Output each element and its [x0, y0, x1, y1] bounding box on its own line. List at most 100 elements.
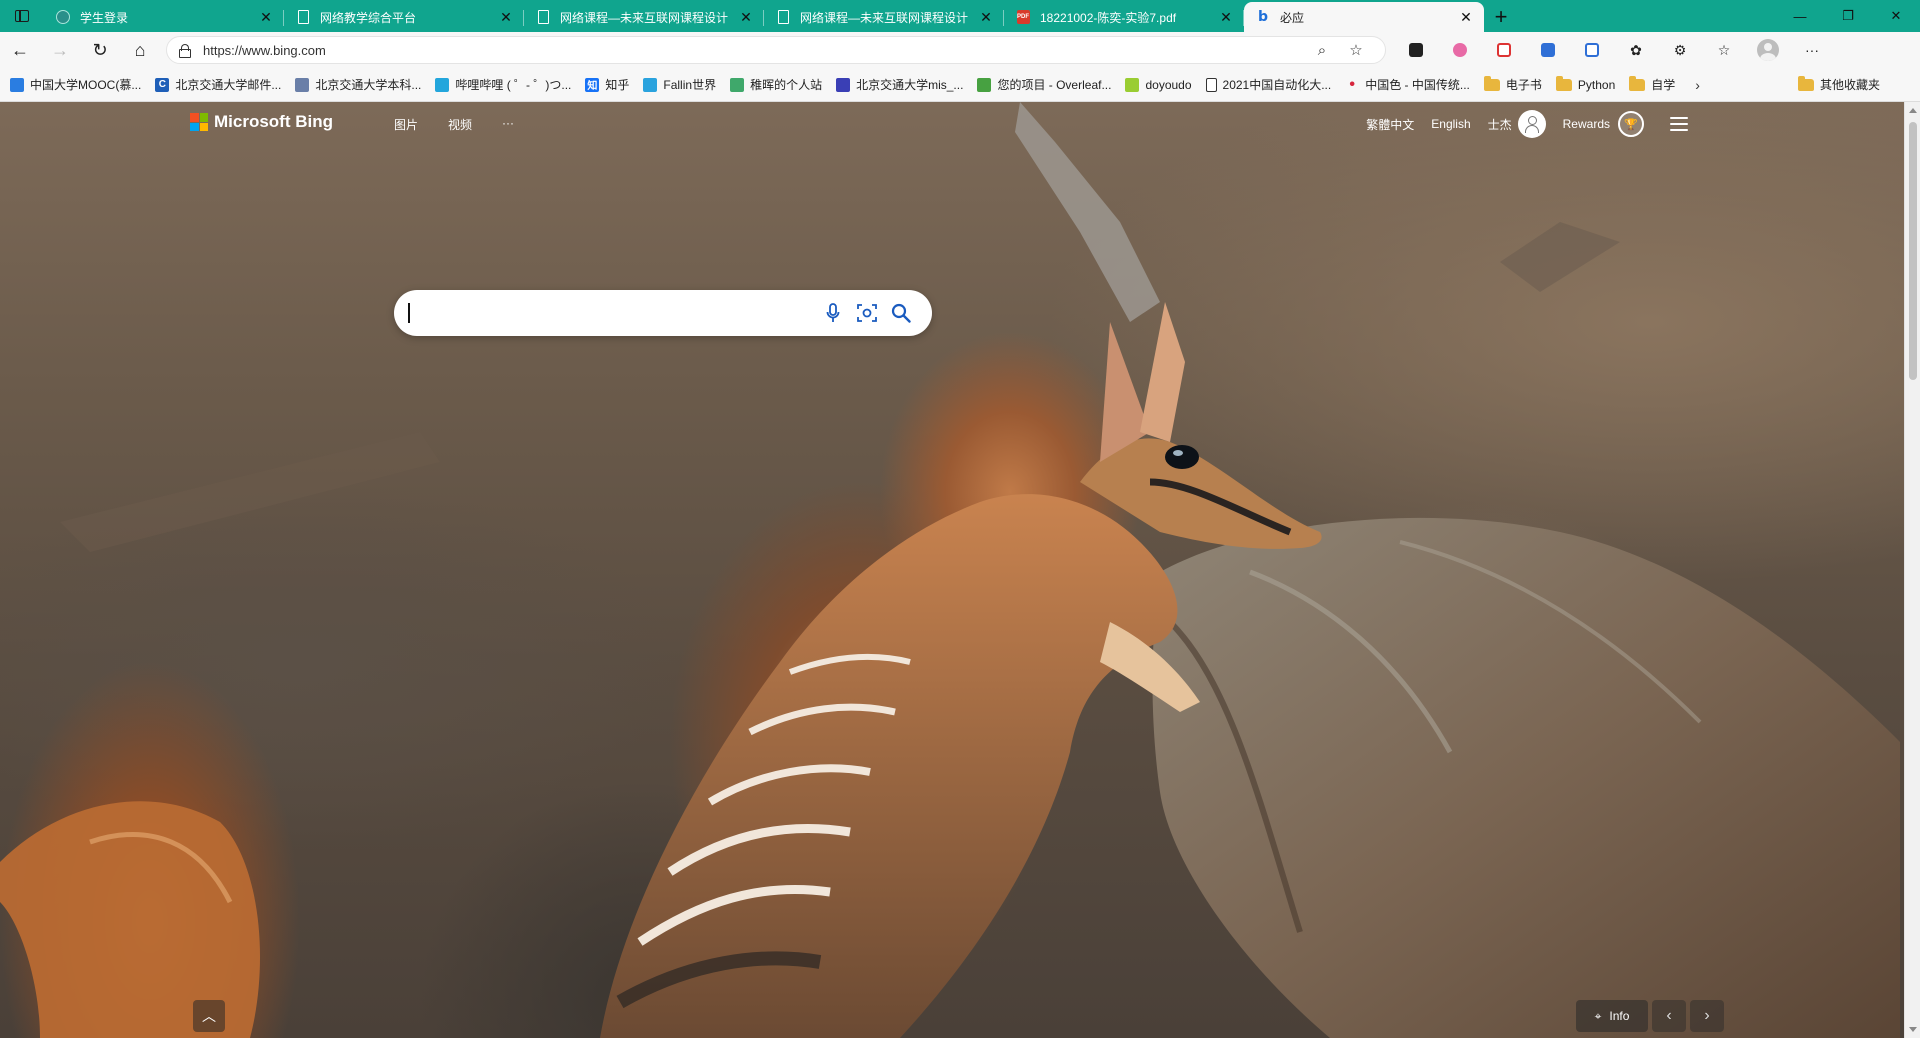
bing-icon: b [1257, 9, 1269, 25]
favorite-item[interactable]: 哔哩哔哩 ( ゜- ゜)つ... [435, 76, 571, 93]
favorite-label: 2021中国自动化大... [1222, 78, 1332, 92]
extensions-icon[interactable]: ⚙ [1658, 34, 1702, 66]
favorite-item[interactable]: 北京交通大学本科... [295, 76, 421, 93]
scrollbar-thumb[interactable] [1909, 122, 1917, 380]
add-favorite-icon[interactable]: ☆ [1339, 41, 1373, 59]
favorite-item[interactable]: • 中国色 - 中国传统... [1345, 76, 1469, 93]
scroll-up-arrow[interactable] [1909, 108, 1917, 113]
close-tab-icon[interactable]: ✕ [498, 9, 514, 26]
tab[interactable]: 网络课程—未来互联网课程设计 ✕ [524, 2, 764, 32]
url-text[interactable]: https://www.bing.com [203, 43, 1305, 58]
nav-videos[interactable]: 视频 [448, 116, 472, 133]
profile-button[interactable] [1746, 34, 1790, 66]
search-input[interactable] [409, 304, 816, 322]
favorite-item[interactable]: 2021中国自动化大... [1205, 76, 1332, 93]
tab-title: 网络教学综合平台 [320, 10, 417, 25]
favorites-icon[interactable]: ☆ [1702, 34, 1746, 66]
favorite-item[interactable]: 您的项目 - Overleaf... [977, 76, 1111, 93]
avatar [1757, 39, 1779, 61]
address-bar[interactable]: https://www.bing.com ⌕ ☆ [166, 36, 1386, 64]
tab-title: 网络课程—未来互联网课程设计 [800, 10, 969, 25]
favorite-item[interactable]: 自学 [1629, 75, 1676, 93]
favorite-label: 知乎 [605, 78, 630, 92]
microsoft-bing-logo[interactable]: Microsoft Bing [190, 112, 333, 132]
extension-icon[interactable] [1394, 34, 1438, 66]
forward-button[interactable]: → [40, 34, 80, 66]
leaf-icon [1125, 77, 1140, 92]
favorite-item[interactable]: 电子书 [1483, 75, 1542, 93]
search-icon[interactable] [884, 303, 918, 323]
restore-button[interactable]: ❐ [1824, 0, 1872, 32]
rewards-link[interactable]: Rewards [1563, 117, 1610, 131]
favorite-item[interactable]: C 北京交通大学邮件... [155, 76, 281, 93]
tab[interactable]: 学生登录 ✕ [44, 2, 284, 32]
chevron-right-icon[interactable]: › [1695, 77, 1700, 93]
english-link[interactable]: English [1431, 117, 1470, 131]
microphone-icon[interactable] [816, 303, 850, 323]
document-icon [296, 10, 310, 24]
close-tab-icon[interactable]: ✕ [738, 9, 754, 26]
next-image-button[interactable]: › [1690, 1000, 1724, 1032]
previous-image-button[interactable]: ‹ [1652, 1000, 1686, 1032]
translate-icon[interactable] [1526, 34, 1570, 66]
favorite-label: Fallin世界 [663, 78, 717, 92]
close-tab-icon[interactable]: ✕ [1218, 9, 1234, 26]
bilibili-icon [435, 77, 450, 92]
visual-search-icon[interactable] [850, 303, 884, 323]
extension-icon[interactable]: ✿ [1614, 34, 1658, 66]
favorite-item[interactable]: Python [1555, 75, 1615, 92]
minimize-button[interactable]: — [1776, 0, 1824, 32]
tab[interactable]: 网络教学综合平台 ✕ [284, 2, 524, 32]
favorite-label: 其他收藏夹 [1819, 78, 1880, 92]
scroll-down-arrow[interactable] [1909, 1027, 1917, 1032]
chevron-up-icon: ︿ [202, 1008, 216, 1024]
bing-header: Microsoft Bing 图片 视频 ··· 繁體中文 English 士杰… [0, 102, 1920, 142]
home-button[interactable]: ⌂ [120, 34, 160, 66]
close-window-button[interactable]: ✕ [1872, 0, 1920, 32]
tab[interactable]: PDF 18221002-陈奕-实验7.pdf ✕ [1004, 2, 1244, 32]
c-icon: C [155, 77, 170, 92]
close-tab-icon[interactable]: ✕ [1458, 9, 1474, 26]
more-menu-icon[interactable]: ··· [1790, 34, 1834, 66]
user-name[interactable]: 士杰 [1488, 116, 1512, 133]
favorite-item[interactable]: 稚晖的个人站 [730, 76, 822, 93]
image-info-button[interactable]: ⌖ Info [1576, 1000, 1648, 1032]
rewards-trophy-icon[interactable]: 🏆 [1618, 111, 1644, 137]
traditional-chinese-link[interactable]: 繁體中文 [1366, 116, 1414, 133]
favorite-label: 自学 [1651, 78, 1676, 92]
numbat-photo [0, 102, 1900, 1038]
favorite-item[interactable]: 中国大学MOOC(慕... [10, 76, 141, 93]
more-nav-icon[interactable]: ··· [502, 116, 514, 133]
page-scrollbar[interactable] [1904, 102, 1920, 1038]
zhihu-icon: 知 [585, 77, 600, 92]
bing-nav: 图片 视频 ··· [394, 116, 544, 133]
folder-icon [1797, 75, 1814, 91]
user-avatar-icon[interactable] [1517, 110, 1546, 138]
search-box[interactable] [394, 290, 932, 336]
refresh-button[interactable]: ↻ [80, 34, 120, 66]
favorite-label: 您的项目 - Overleaf... [997, 78, 1112, 92]
close-tab-icon[interactable]: ✕ [258, 9, 274, 26]
favorite-item[interactable]: 北京交通大学mis_... [836, 76, 963, 93]
back-button[interactable]: ← [0, 34, 40, 66]
tab-title: 网络课程—未来互联网课程设计 [560, 10, 729, 25]
close-tab-icon[interactable]: ✕ [978, 9, 994, 26]
tab[interactable]: 网络课程—未来互联网课程设计 ✕ [764, 2, 1004, 32]
pdf-icon: PDF [1016, 10, 1030, 24]
new-tab-button[interactable]: + [1484, 2, 1518, 32]
favorite-item[interactable]: 知知乎 [585, 76, 629, 93]
hamburger-menu-icon[interactable] [1670, 117, 1688, 131]
zoom-icon[interactable]: ⌕ [1305, 42, 1339, 59]
scroll-up-button[interactable]: ︿ [193, 1000, 225, 1032]
lock-icon[interactable] [179, 43, 191, 58]
tab-actions-button[interactable] [0, 0, 44, 32]
extensions: ✿ ⚙ ☆ ··· [1394, 34, 1834, 66]
extension-icon[interactable] [1438, 34, 1482, 66]
tab-active[interactable]: b 必应 ✕ [1244, 2, 1484, 32]
nav-images[interactable]: 图片 [394, 116, 418, 133]
other-favorites-folder[interactable]: 其他收藏夹 [1797, 75, 1880, 93]
favorite-item[interactable]: doyoudo [1125, 77, 1192, 92]
extension-icon[interactable] [1482, 34, 1526, 66]
favorite-item[interactable]: Fallin世界 [643, 76, 716, 93]
screenshot-icon[interactable] [1570, 34, 1614, 66]
